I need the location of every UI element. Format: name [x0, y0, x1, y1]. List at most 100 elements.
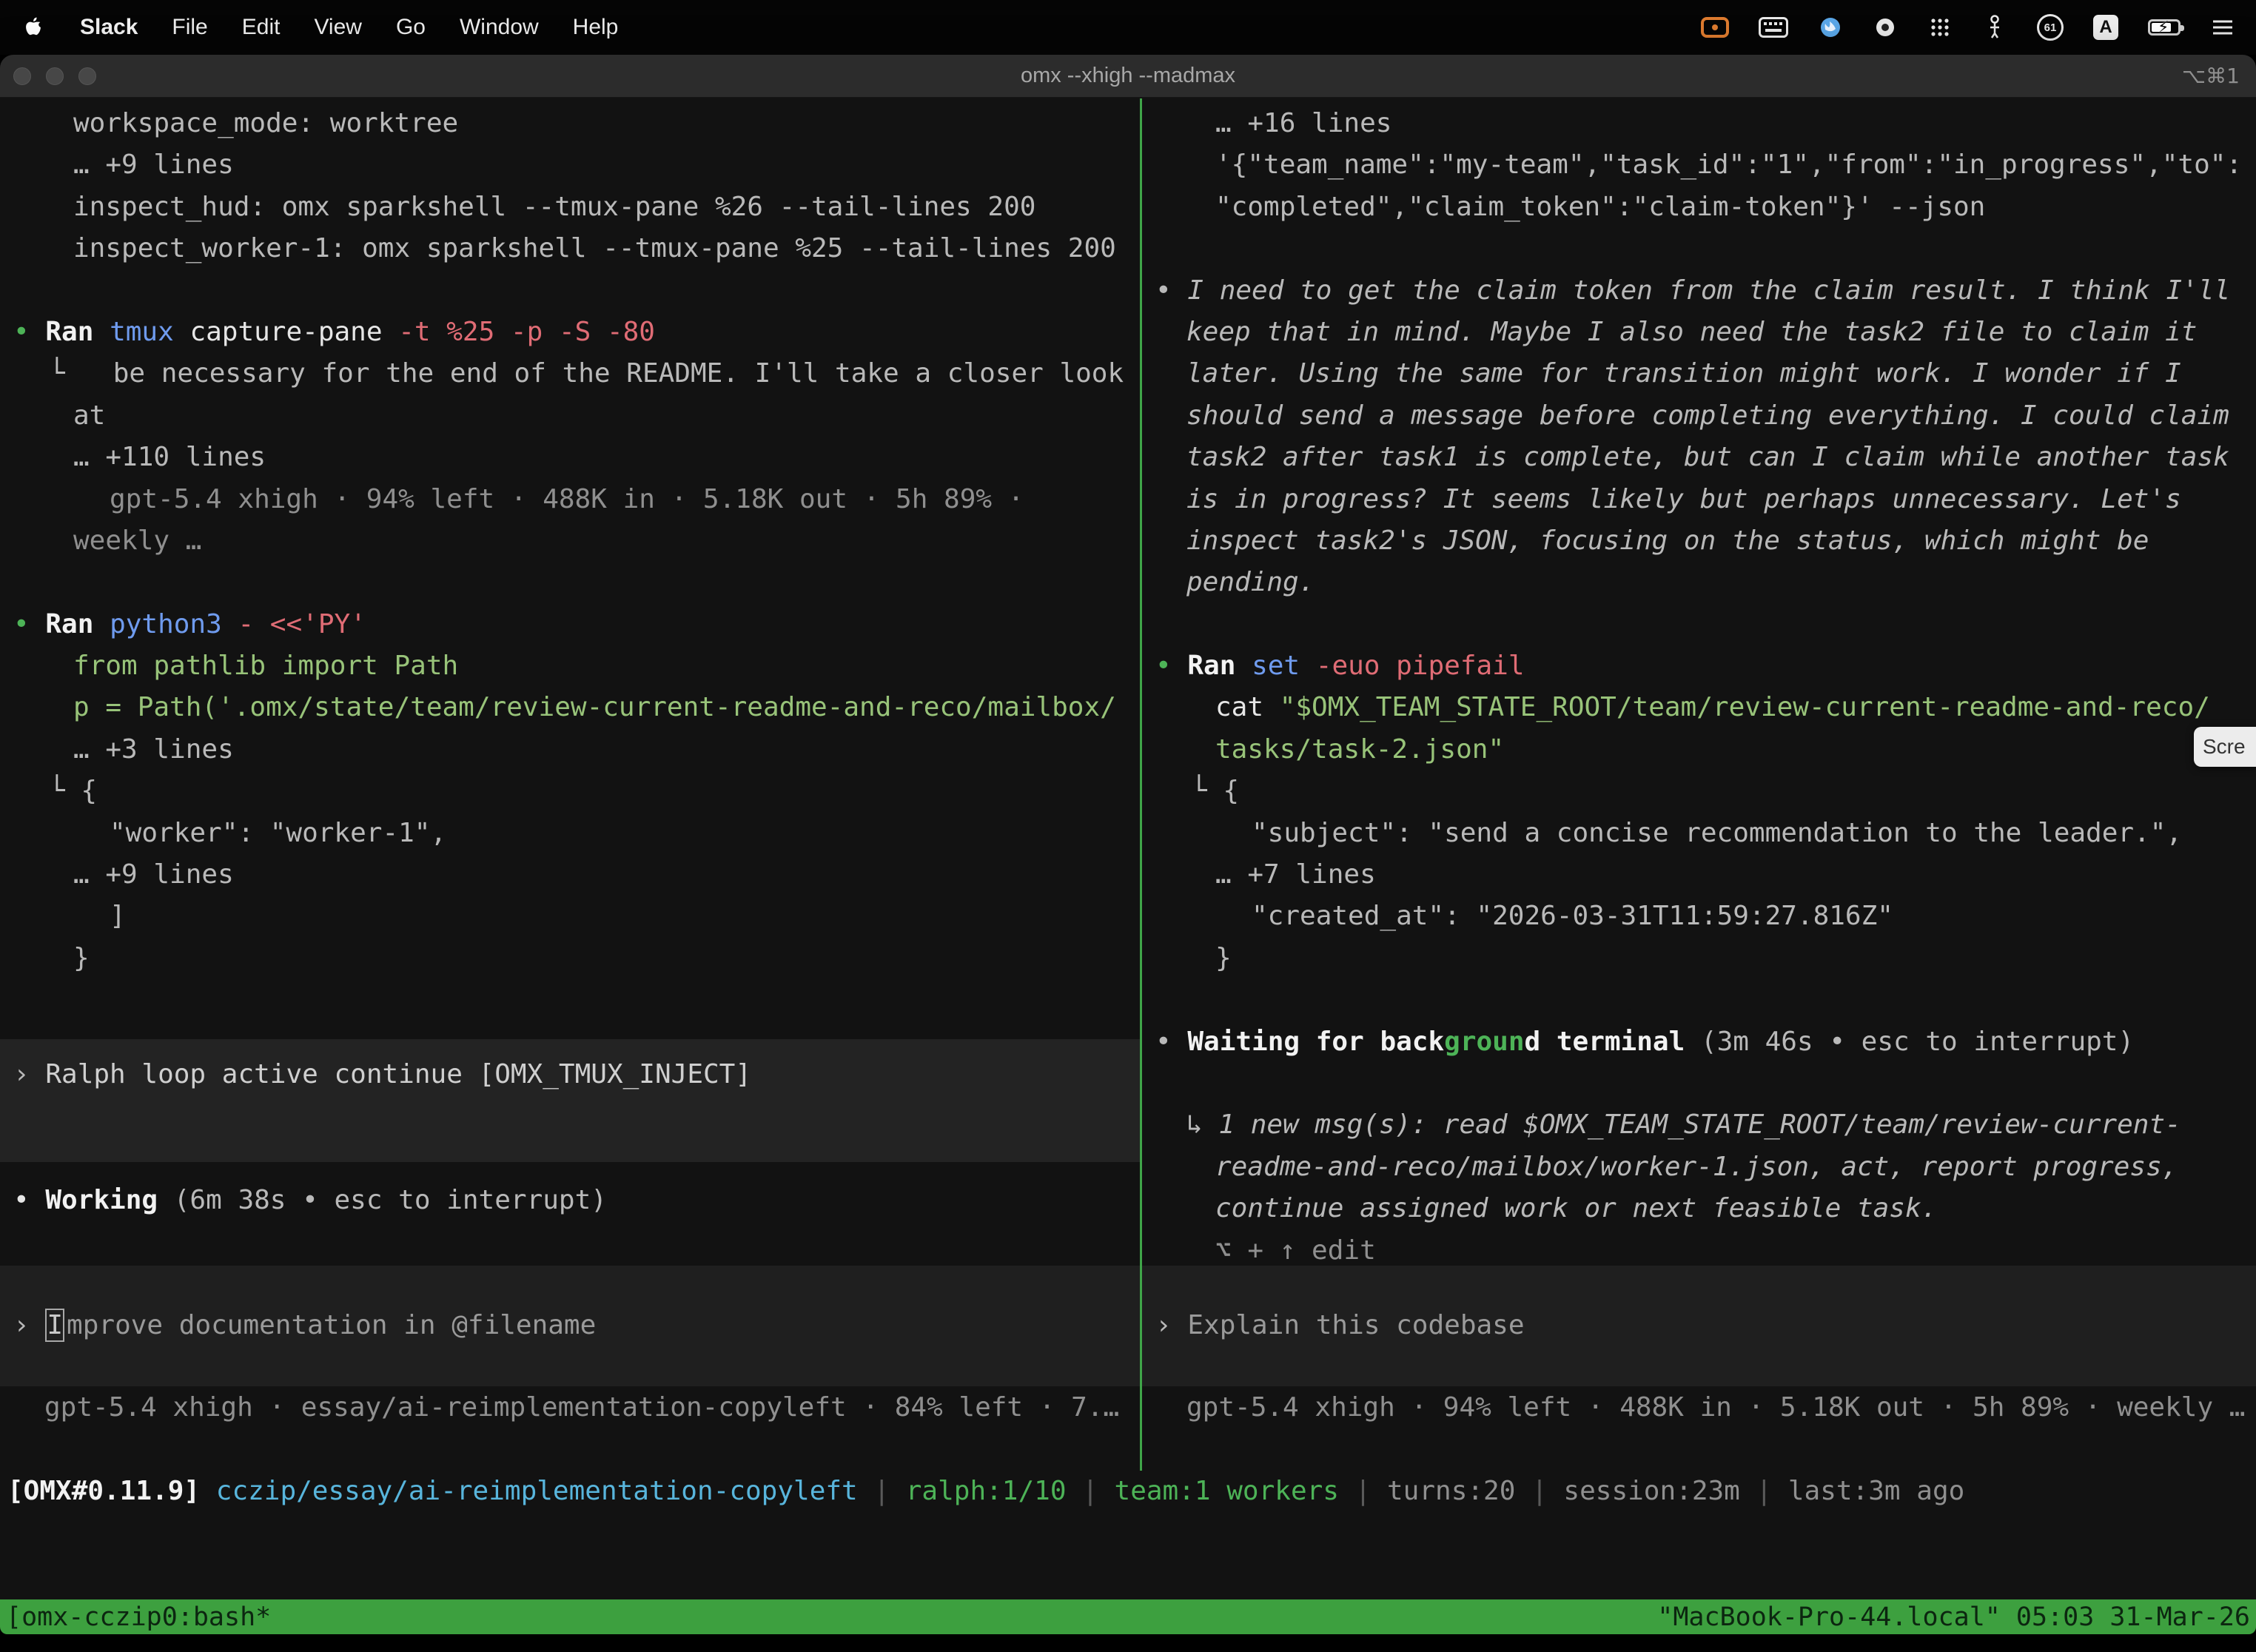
tmux-host-clock: "MacBook-Pro-44.local" 05:03 31-Mar-26 [1657, 1602, 2250, 1632]
apple-logo[interactable] [21, 10, 46, 44]
terminal-line: › Ralph loop active continue [OMX_TMUX_I… [0, 1054, 1140, 1095]
terminal-line: weekly … [0, 520, 1140, 562]
terminal-line: should send a message before completing … [1142, 395, 2256, 437]
menu-edit[interactable]: Edit [242, 15, 281, 40]
app-circle-icon[interactable] [1873, 10, 1898, 44]
terminal-line: inspect_worker-1: omx sparkshell --tmux-… [0, 228, 1140, 269]
terminal-line: inspect task2's JSON, focusing on the st… [1142, 520, 2256, 562]
menu-help[interactable]: Help [573, 15, 619, 40]
menu-file[interactable]: File [172, 15, 207, 40]
ralph-loop-banner: › Ralph loop active continue [OMX_TMUX_I… [0, 1039, 1140, 1162]
terminal-line: task2 after task1 is complete, but can I… [1142, 437, 2256, 478]
terminal-line: p = Path('.omx/state/team/review-current… [0, 687, 1140, 728]
terminal-line [1142, 228, 2256, 269]
terminal-line: at [0, 395, 1140, 437]
terminal-line: └ { [1142, 770, 2256, 812]
terminal-line: inspect_hud: omx sparkshell --tmux-pane … [0, 187, 1140, 228]
terminal-line: } [0, 938, 1140, 979]
menu-view[interactable]: View [314, 15, 361, 40]
terminal-line: keep that in mind. Maybe I also need the… [1142, 312, 2256, 353]
input-source-letter: A [2099, 17, 2112, 38]
terminal-line: readme-and-reco/mailbox/worker-1.json, a… [1142, 1146, 2256, 1188]
person-icon[interactable] [1982, 10, 2007, 44]
right-session-stats: gpt-5.4 xhigh · 94% left · 488K in · 5.1… [1142, 1387, 2256, 1428]
terminal-line: "worker": "worker-1", [0, 813, 1140, 854]
right-terminal-pane[interactable]: … +16 lines'{"team_name":"my-team","task… [1142, 98, 2256, 1471]
window-titlebar[interactable]: omx --xhigh --madmax ⌥⌘1 [0, 55, 2256, 98]
screenshot-overlay-label: Scre [2203, 735, 2246, 759]
terminal-line: from pathlib import Path [0, 645, 1140, 687]
terminal-line: '{"team_name":"my-team","task_id":"1","f… [1142, 144, 2256, 186]
terminal-line: › Improve documentation in @filename [0, 1305, 1140, 1346]
left-prompt-input[interactable]: › Improve documentation in @filename [0, 1266, 1140, 1386]
terminal-line [1142, 604, 2256, 645]
terminal-window: omx --xhigh --madmax ⌥⌘1 workspace_mode:… [0, 55, 2256, 1634]
tmux-status-bar: [omx-cczip0:bash* "MacBook-Pro-44.local"… [0, 1599, 2256, 1634]
terminal-line [0, 562, 1140, 603]
terminal-line: workspace_mode: worktree [0, 103, 1140, 144]
active-app-name[interactable]: Slack [80, 15, 138, 40]
terminal-line: is in progress? It seems likely but perh… [1142, 479, 2256, 520]
screen-recording-icon[interactable] [1701, 10, 1729, 44]
terminal-line: "completed","claim_token":"claim-token"}… [1142, 187, 2256, 228]
terminal-line: └ be necessary for the end of the README… [0, 353, 1140, 394]
terminal-line: • Working (6m 38s • esc to interrupt) [0, 1180, 1140, 1221]
gauge-icon[interactable]: 61 [2037, 14, 2064, 41]
terminal-line: } [1142, 938, 2256, 979]
terminal-line: "subject": "send a concise recommendatio… [1142, 813, 2256, 854]
terminal-line: … +16 lines [1142, 103, 2256, 144]
terminal-line: … +9 lines [0, 854, 1140, 896]
terminal-line: └ { [0, 770, 1140, 812]
gauge-value: 61 [2044, 21, 2057, 34]
left-pane-output: workspace_mode: worktree… +9 linesinspec… [0, 103, 1140, 979]
terminal-line: • I need to get the claim token from the… [1142, 270, 2256, 312]
menu-lines-icon[interactable] [2210, 10, 2235, 44]
menu-window[interactable]: Window [460, 15, 539, 40]
dots-grid-icon[interactable] [1927, 10, 1953, 44]
tmux-session: workspace_mode: worktree… +9 linesinspec… [0, 98, 2256, 1634]
terminal-line: ↳ 1 new msg(s): read $OMX_TEAM_STATE_ROO… [1142, 1104, 2256, 1146]
terminal-line: gpt-5.4 xhigh · 94% left · 488K in · 5.1… [1142, 1387, 2256, 1428]
zoom-window-button[interactable] [78, 67, 96, 85]
left-terminal-pane[interactable]: workspace_mode: worktree… +9 linesinspec… [0, 98, 1140, 1471]
terminal-line [1142, 1063, 2256, 1104]
terminal-line: [OMX#0.11.9] cczip/essay/ai-reimplementa… [0, 1471, 2256, 1512]
terminal-line: ] [0, 896, 1140, 937]
terminal-line: … +3 lines [0, 729, 1140, 770]
terminal-line: pending. [1142, 562, 2256, 603]
screenshot-overlay-button[interactable]: Scre [2194, 727, 2256, 767]
tmux-session-label: [omx-cczip0:bash* [6, 1602, 271, 1632]
app-blue-icon[interactable] [1818, 10, 1843, 44]
terminal-line: gpt-5.4 xhigh · 94% left · 488K in · 5.1… [0, 479, 1140, 520]
terminal-line: • Ran python3 - <<'PY' [0, 604, 1140, 645]
omx-status-line: [OMX#0.11.9] cczip/essay/ai-reimplementa… [0, 1471, 2256, 1512]
keyboard-icon[interactable] [1759, 10, 1788, 44]
window-shortcut-hint: ⌥⌘1 [2182, 64, 2240, 88]
minimize-window-button[interactable] [46, 67, 64, 85]
terminal-line: cat "$OMX_TEAM_STATE_ROOT/team/review-cu… [1142, 687, 2256, 728]
terminal-line: gpt-5.4 xhigh · essay/ai-reimplementatio… [0, 1387, 1140, 1428]
desktop-screen: Slack File Edit View Go Window Help [0, 0, 2256, 1652]
terminal-line [0, 270, 1140, 312]
menu-bar: Slack File Edit View Go Window Help [0, 0, 2256, 55]
working-status: • Working (6m 38s • esc to interrupt) [0, 1180, 1140, 1221]
right-pane-output: … +16 lines'{"team_name":"my-team","task… [1142, 103, 2256, 1272]
terminal-line: continue assigned work or next feasible … [1142, 1188, 2256, 1229]
menu-go[interactable]: Go [396, 15, 426, 40]
close-window-button[interactable] [13, 67, 31, 85]
terminal-line: … +110 lines [0, 437, 1140, 478]
terminal-line: › Explain this codebase [1142, 1305, 2256, 1346]
terminal-line [1142, 979, 2256, 1021]
terminal-line: … +7 lines [1142, 854, 2256, 896]
terminal-line: … +9 lines [0, 144, 1140, 186]
terminal-line: • Ran set -euo pipefail [1142, 645, 2256, 687]
left-session-stats: gpt-5.4 xhigh · essay/ai-reimplementatio… [0, 1387, 1140, 1428]
window-title: omx --xhigh --madmax [0, 64, 2256, 88]
terminal-line: • Ran tmux capture-pane -t %25 -p -S -80 [0, 312, 1140, 353]
terminal-line: • Waiting for background terminal (3m 46… [1142, 1021, 2256, 1063]
terminal-line: tasks/task-2.json" [1142, 729, 2256, 770]
terminal-line: "created_at": "2026-03-31T11:59:27.816Z" [1142, 896, 2256, 937]
battery-icon[interactable]: ⚡ [2148, 10, 2181, 44]
right-prompt-input[interactable]: › Explain this codebase [1142, 1266, 2256, 1386]
input-source-icon[interactable]: A [2093, 15, 2118, 40]
